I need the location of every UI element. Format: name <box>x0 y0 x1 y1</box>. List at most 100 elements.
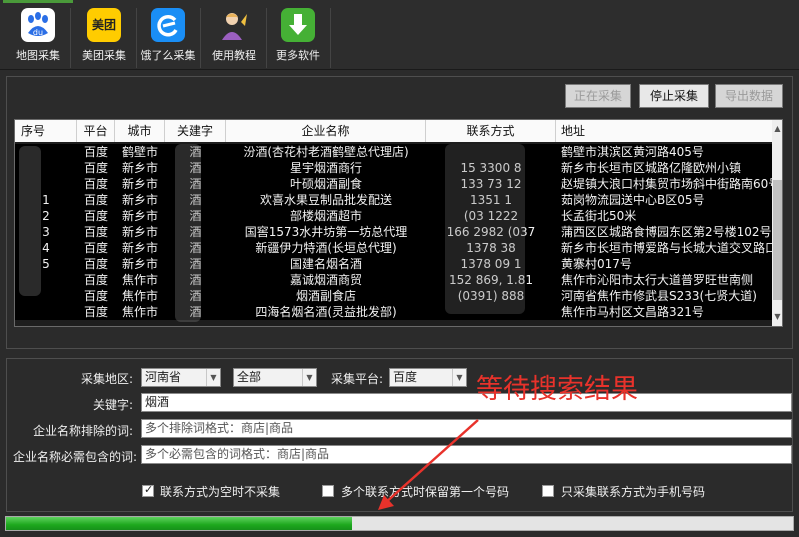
tutorial-user-icon <box>217 8 251 42</box>
tool-label: 美团采集 <box>82 49 126 62</box>
tool-more-software[interactable]: 更多软件 <box>270 8 326 68</box>
cell-city: 焦作市 <box>121 273 158 287</box>
col-header-city[interactable]: 城市 <box>115 120 165 142</box>
platform-select[interactable]: 百度 ▼ <box>389 368 467 387</box>
redaction-mark <box>19 146 41 296</box>
stop-collect-button[interactable]: 停止采集 <box>639 84 709 108</box>
cell-platform: 百度 <box>83 257 108 271</box>
table-row[interactable]: 2 百度 新乡市酒部楼烟酒超市 (03 1222 长孟街北50米 <box>15 208 772 224</box>
tool-eleme-collect[interactable]: 饿了么采集 <box>140 8 196 68</box>
export-data-button[interactable]: 导出数据 <box>715 84 783 108</box>
cell-address: 河南省焦作市修武县S233(七贤大道) <box>561 289 757 303</box>
col-header-platform[interactable]: 平台 <box>77 120 115 142</box>
download-icon <box>281 8 315 42</box>
cell-address: 黄寨村017号 <box>561 257 632 271</box>
table-row[interactable]: 百度 鹤壁市酒汾酒(杏花村老酒鹤壁总代理店) 鹤壁市淇滨区黄河路405号 <box>15 144 772 160</box>
eleme-icon <box>151 8 185 42</box>
city-select[interactable]: 全部 ▼ <box>233 368 317 387</box>
baidu-map-icon: du <box>21 8 55 42</box>
keyword-label: 关键字: <box>92 398 133 412</box>
table-row[interactable]: 百度 焦作市酒嘉诚烟酒商贸 152 869, 1.81 焦作市沁阳市太行大道普罗旺世南… <box>15 272 772 288</box>
cell-company: 嘉诚烟酒商贸 <box>289 273 362 287</box>
tool-label: 地图采集 <box>16 49 60 62</box>
table-row[interactable]: 百度 焦作市酒烟酒副食店 (0391) 888 河南省焦作市修武县S233(七贤大道) <box>15 288 772 304</box>
province-value: 河南省 <box>145 370 182 384</box>
divider <box>330 8 331 68</box>
tool-tutorial[interactable]: 使用教程 <box>206 8 262 68</box>
col-header-company[interactable]: 企业名称 <box>226 120 426 142</box>
meituan-icon: 美团 <box>87 8 121 42</box>
cell-company: 烟酒副食店 <box>295 289 356 303</box>
exclude-words-label: 企业名称排除的词: <box>32 424 133 438</box>
svg-text:du: du <box>33 28 43 37</box>
divider <box>266 8 267 68</box>
keep-first-number-checkbox[interactable] <box>322 485 334 497</box>
platform-label: 采集平台: <box>330 372 383 386</box>
chevron-down-icon: ▼ <box>206 369 220 386</box>
cell-city: 新乡市 <box>121 209 158 223</box>
cell-address: 新乡市长垣市博爱路与长城大道交叉路口 <box>561 241 772 255</box>
tool-meituan-collect[interactable]: 美团 美团采集 <box>76 8 132 68</box>
scroll-thumb[interactable] <box>773 180 782 300</box>
table-row[interactable]: 百度 焦作市酒四海名烟名酒(灵益批发部) 焦作市马村区文昌路321号 <box>15 304 772 320</box>
mobile-only-label: 只采集联系方式为手机号码 <box>561 485 706 499</box>
cell-company: 部楼烟酒超市 <box>289 209 362 223</box>
cell-index <box>15 304 77 320</box>
col-header-index[interactable]: 序号 <box>15 120 77 142</box>
cell-company: 四海名烟名酒(灵益批发部) <box>255 305 397 319</box>
table-row[interactable]: 4 百度 新乡市酒新疆伊力特酒(长垣总代理) 1378 38 新乡市长垣市博爱路与长城大… <box>15 240 772 256</box>
col-header-address[interactable]: 地址 <box>556 120 772 142</box>
table-row[interactable]: 3 百度 新乡市酒国窖1573水井坊第一坊总代理 166 2982 (037 蒲西区区城… <box>15 224 772 240</box>
province-select[interactable]: 河南省 ▼ <box>141 368 221 387</box>
mobile-only-checkbox[interactable] <box>542 485 554 497</box>
progress-bar <box>5 516 794 531</box>
cell-platform: 百度 <box>83 273 108 287</box>
include-words-label: 企业名称必需包含的词: <box>12 450 137 464</box>
skip-empty-contact-label: 联系方式为空时不采集 <box>160 485 281 499</box>
cell-company: 欢喜水果豆制品批发配送 <box>259 193 392 207</box>
tool-label: 使用教程 <box>212 49 256 62</box>
annotation-text: 等待搜索结果 <box>476 374 638 405</box>
cell-city: 新乡市 <box>121 225 158 239</box>
cell-address: 鹤壁市淇滨区黄河路405号 <box>561 145 704 159</box>
cell-company: 国窖1573水井坊第一坊总代理 <box>244 225 408 239</box>
divider <box>70 8 71 68</box>
cell-city: 焦作市 <box>121 305 158 319</box>
tool-map-collect[interactable]: du 地图采集 <box>3 0 73 68</box>
tool-label: 饿了么采集 <box>140 49 196 62</box>
table-row[interactable]: 百度 新乡市酒叶硕烟酒副食 133 73 12 赵堤镇大浪口村集贸市场斜中街路南60号 <box>15 176 772 192</box>
cell-platform: 百度 <box>83 209 108 223</box>
tool-label: 更多软件 <box>276 49 320 62</box>
cell-company: 星宇烟酒商行 <box>289 161 362 175</box>
region-label: 采集地区: <box>80 372 133 386</box>
table-row[interactable]: 百度 新乡市酒星宇烟酒商行 15 3300 8 新乡市长垣市区城路亿隆欧州小镇 <box>15 160 772 176</box>
progress-fill <box>6 517 353 530</box>
cell-platform: 百度 <box>83 225 108 239</box>
col-header-keyword[interactable]: 关建字 <box>165 120 226 142</box>
redaction-mark <box>445 144 525 314</box>
cell-city: 焦作市 <box>121 289 158 303</box>
scroll-down-icon[interactable]: ▼ <box>772 310 782 324</box>
cell-company: 国建名烟名酒 <box>289 257 362 271</box>
divider <box>136 8 137 68</box>
table-row[interactable]: 1 百度 新乡市酒欢喜水果豆制品批发配送 1351 1 茹岗物流园送中心B区05号 <box>15 192 772 208</box>
cell-address: 长孟街北50米 <box>561 209 637 223</box>
table-row[interactable]: 5 百度 新乡市酒国建名烟名酒 1378 09 1 黄寨村017号 <box>15 256 772 272</box>
collecting-button[interactable]: 正在采集 <box>565 84 631 108</box>
cell-platform: 百度 <box>83 177 108 191</box>
cell-platform: 百度 <box>83 241 108 255</box>
table-vertical-scrollbar[interactable]: ▲ ▼ <box>772 120 782 326</box>
cell-address: 焦作市沁阳市太行大道普罗旺世南侧 <box>561 273 754 287</box>
cell-address: 蒲西区区城路食博园东区第2号楼102号 <box>561 225 772 239</box>
cell-address: 茹岗物流园送中心B区05号 <box>561 193 705 207</box>
scroll-up-icon[interactable]: ▲ <box>772 122 782 136</box>
cell-platform: 百度 <box>83 305 108 319</box>
city-value: 全部 <box>237 370 262 384</box>
cell-company: 汾酒(杏花村老酒鹤壁总代理店) <box>243 145 409 159</box>
cell-city: 新乡市 <box>121 241 158 255</box>
cell-city: 新乡市 <box>121 257 158 271</box>
cell-platform: 百度 <box>83 193 108 207</box>
cell-company: 新疆伊力特酒(长垣总代理) <box>255 241 397 255</box>
col-header-contact[interactable]: 联系方式 <box>426 120 556 142</box>
skip-empty-contact-checkbox[interactable] <box>142 483 154 497</box>
